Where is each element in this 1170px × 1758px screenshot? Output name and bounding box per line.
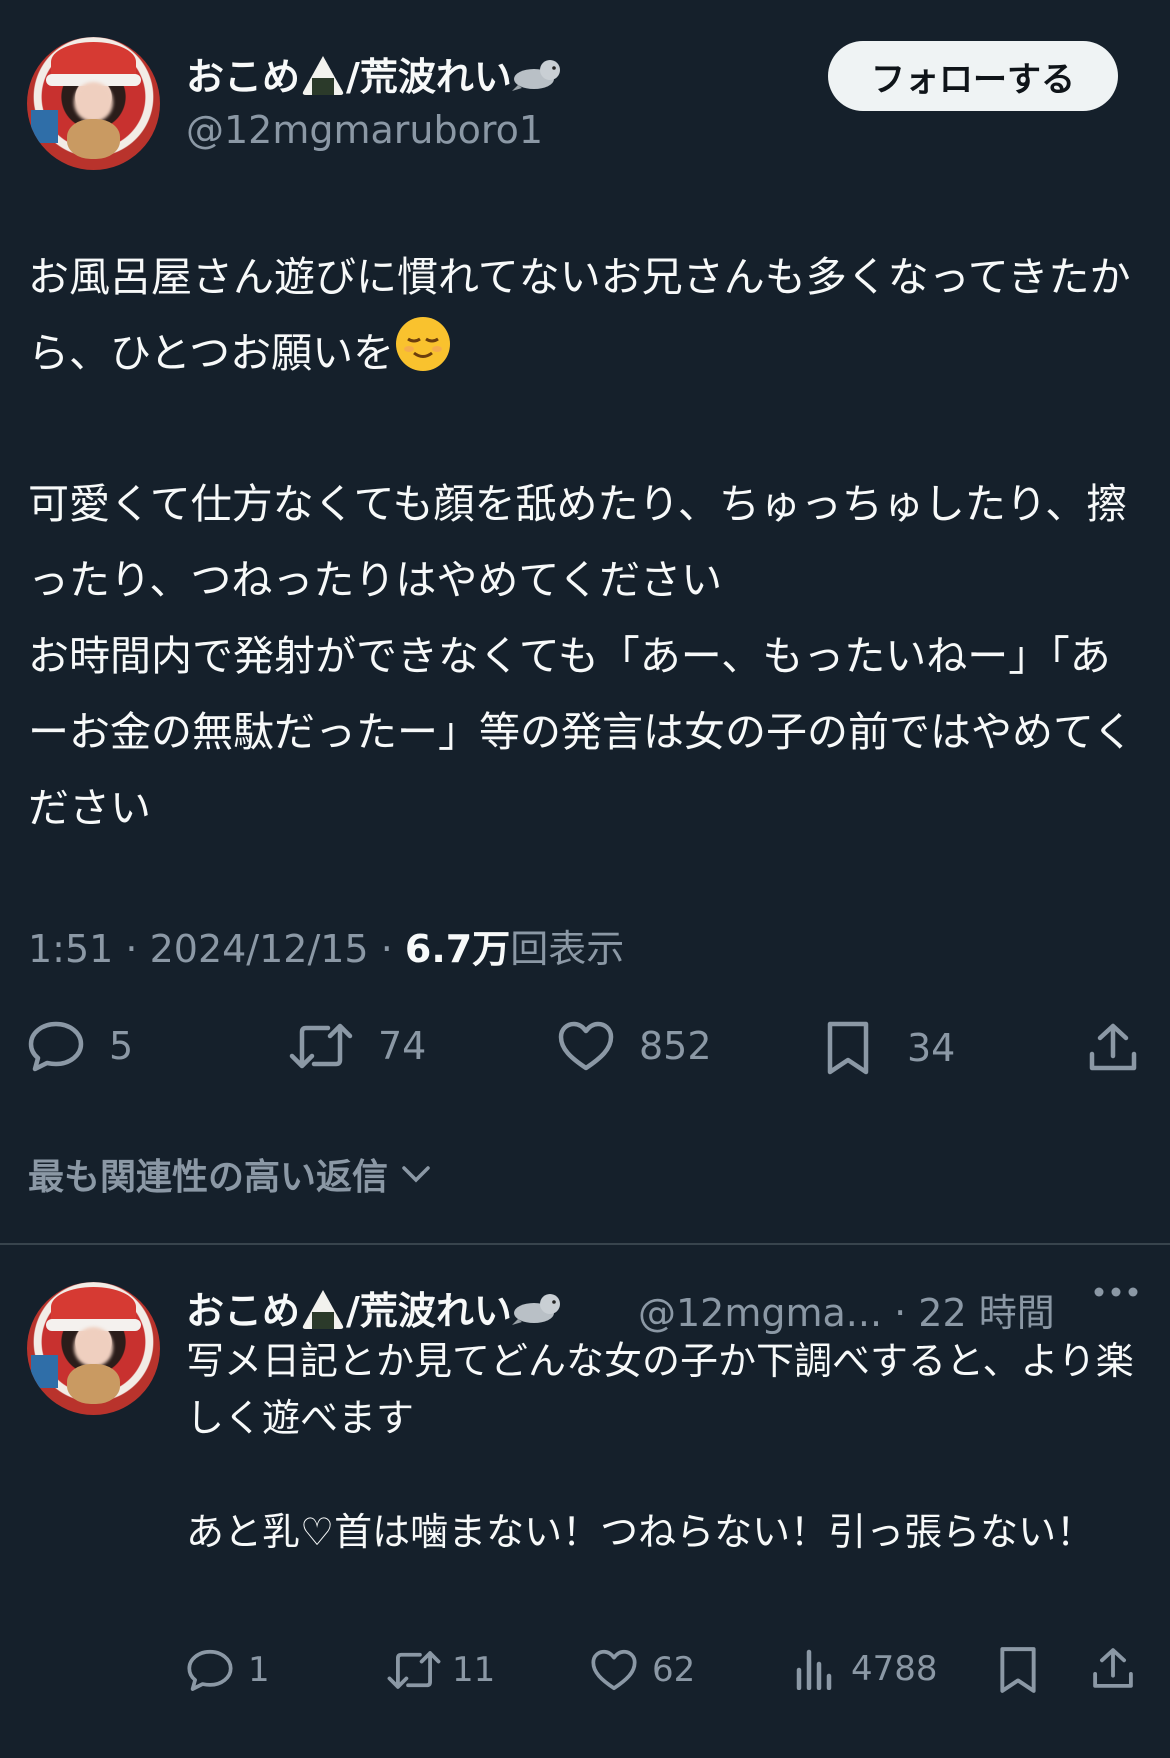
reply-like-button[interactable]: 62	[590, 1648, 695, 1692]
reply-icon	[28, 1021, 84, 1072]
reply-handle-time[interactable]: @12mgma... · 22 時間	[638, 1282, 1055, 1337]
reply-handle: @12mgma...	[638, 1291, 883, 1335]
display-name[interactable]: おこめ /荒波れい	[186, 46, 564, 105]
bookmark-icon	[827, 1021, 869, 1075]
reply-view-count: 4788	[851, 1649, 938, 1689]
reply-count: 5	[109, 1024, 134, 1068]
retweet-count: 74	[378, 1024, 427, 1068]
rice-ball-icon	[300, 1288, 346, 1339]
tweet-date[interactable]: 2024/12/15	[150, 927, 369, 971]
reply-share-button[interactable]	[1090, 1645, 1136, 1691]
analytics-icon	[796, 1649, 832, 1690]
like-button[interactable]: 852	[557, 1020, 712, 1072]
retweet-icon	[289, 1023, 353, 1069]
reply-retweet-count: 11	[452, 1650, 496, 1690]
bookmark-button[interactable]: 34	[825, 1020, 955, 1076]
bookmark-count: 34	[907, 1026, 956, 1070]
retweet-icon	[387, 1651, 441, 1689]
reply-reply-button[interactable]: 1	[186, 1648, 270, 1692]
tweet-text-1: お風呂屋さん遊びに慣れてないお兄さんも多くなってきたから、ひとつお願いを	[28, 239, 1148, 397]
reply-button[interactable]: 5	[27, 1020, 133, 1072]
divider	[0, 1243, 1170, 1245]
tweet-text-2: 可愛くて仕方なくても顔を舐めたり、ちゅっちゅしたり、擦ったり、つねったりはやめて…	[28, 480, 1134, 832]
avatar[interactable]	[27, 37, 160, 170]
reply-bookmark-button[interactable]	[998, 1645, 1038, 1695]
share-icon	[1089, 1023, 1137, 1071]
tweet-time[interactable]: 1:51	[28, 927, 113, 971]
seal-icon	[511, 1291, 564, 1336]
share-button[interactable]	[1086, 1020, 1140, 1074]
reply-time: · 22 時間	[894, 1291, 1055, 1335]
seal-icon	[511, 57, 564, 102]
reply-views-button[interactable]: 4788	[795, 1648, 938, 1690]
view-count: 6.7万	[404, 927, 511, 971]
follow-button[interactable]: フォローする	[828, 41, 1118, 111]
handle[interactable]: @12mgmaruboro1	[186, 108, 543, 152]
reply-reply-count: 1	[248, 1650, 270, 1690]
more-dots-icon	[1094, 1287, 1138, 1297]
heart-icon	[558, 1021, 614, 1071]
chevron-down-icon	[402, 1166, 430, 1183]
reply-text: 写メ日記とか見てどんな女の子か下調べすると、より楽しく遊べます あと乳♡首は噛ま…	[186, 1339, 1134, 1554]
heart-icon	[591, 1649, 637, 1691]
relieved-face-icon	[394, 315, 452, 397]
reply-display-name[interactable]: おこめ /荒波れい	[186, 1280, 564, 1339]
tweet-meta: 1:51 · 2024/12/15 · 6.7万回表示	[28, 927, 625, 971]
reply-avatar[interactable]	[27, 1282, 160, 1415]
more-options-button[interactable]	[1093, 1282, 1139, 1306]
reply-sort-label: 最も関連性の高い返信	[28, 1157, 389, 1198]
share-icon	[1093, 1648, 1133, 1688]
reply-retweet-button[interactable]: 11	[386, 1648, 495, 1692]
reply-sort-dropdown[interactable]: 最も関連性の高い返信	[28, 1148, 436, 1200]
reply-icon	[187, 1649, 233, 1691]
rice-ball-icon	[300, 54, 346, 105]
retweet-button[interactable]: 74	[288, 1020, 426, 1072]
bookmark-icon	[1000, 1647, 1036, 1693]
like-count: 852	[639, 1024, 712, 1068]
reply-like-count: 62	[652, 1650, 696, 1690]
